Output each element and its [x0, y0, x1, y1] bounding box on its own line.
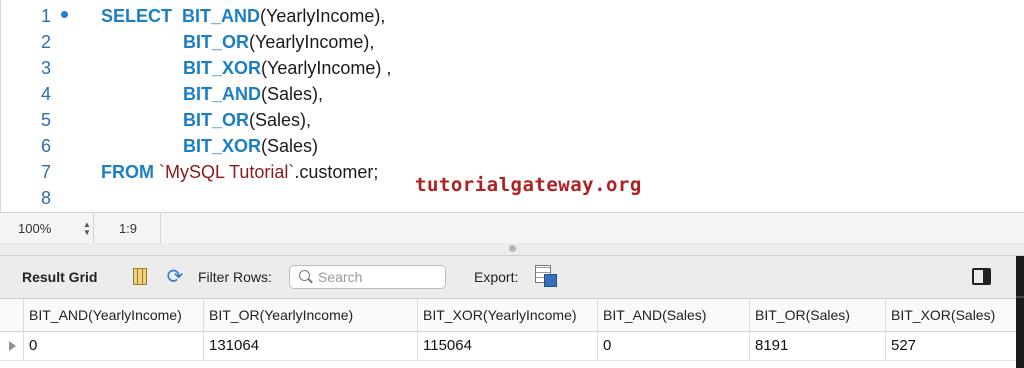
- export-label: Export:: [474, 269, 519, 285]
- column-header[interactable]: BIT_AND(YearlyIncome): [24, 299, 204, 331]
- sql-text: (Sales),: [261, 84, 324, 104]
- sql-text: (YearlyIncome),: [260, 6, 386, 26]
- editor-status-bar: 100% ▲ ▼ 1:9: [0, 212, 1024, 245]
- sql-keyword: SELECT BIT_AND: [101, 6, 261, 26]
- sql-keyword: BIT_XOR: [183, 136, 262, 156]
- row-marker[interactable]: [0, 332, 24, 360]
- line-number: 8: [40, 188, 51, 208]
- line-number: 5: [40, 110, 51, 130]
- line-number: 6: [40, 136, 51, 156]
- line-number: 4: [40, 84, 51, 104]
- sql-string: `MySQL Tutorial`: [159, 162, 295, 182]
- filter-search-box[interactable]: [289, 265, 446, 289]
- table-cell[interactable]: 115064: [418, 332, 598, 360]
- current-line-bullet-icon: [61, 11, 68, 18]
- code-line-2: BIT_OR(YearlyIncome),: [183, 29, 374, 55]
- filter-rows-label: Filter Rows:: [198, 269, 272, 285]
- result-grid-tab[interactable]: Result Grid: [22, 256, 97, 298]
- sql-text: (Sales): [261, 136, 319, 156]
- line-number-gutter: 1 2 3 4 5 6 7 8: [1, 0, 91, 212]
- sql-editor[interactable]: 1 2 3 4 5 6 7 8 SELECT BIT_AND(YearlyInc…: [0, 0, 1024, 212]
- grid-header-row: BIT_AND(YearlyIncome) BIT_OR(YearlyIncom…: [0, 299, 1016, 332]
- line-number: 1: [40, 6, 51, 26]
- splitter-handle-icon[interactable]: [509, 245, 516, 252]
- sql-keyword: BIT_OR: [183, 32, 250, 52]
- table-cell[interactable]: 0: [598, 332, 750, 360]
- code-line-5: BIT_OR(Sales),: [183, 107, 311, 133]
- export-icon[interactable]: [535, 265, 557, 287]
- column-header[interactable]: BIT_XOR(YearlyIncome): [418, 299, 598, 331]
- sql-text: (YearlyIncome),: [249, 32, 375, 52]
- sql-keyword: BIT_OR: [183, 110, 250, 130]
- code-line-1: SELECT BIT_AND(YearlyIncome),: [101, 3, 385, 29]
- sql-text: (Sales),: [249, 110, 312, 130]
- row-arrow-icon: [9, 341, 16, 351]
- result-toolbar: Result Grid ⟳ Filter Rows: Export:: [0, 256, 1024, 299]
- grid-view-icon[interactable]: [133, 268, 147, 285]
- column-header[interactable]: BIT_OR(Sales): [750, 299, 886, 331]
- panel-toggle-icon[interactable]: [972, 268, 991, 285]
- table-cell[interactable]: 527: [886, 332, 1016, 360]
- side-panel-edge: [1016, 256, 1024, 368]
- save-disk-icon: [544, 274, 557, 287]
- code-line-4: BIT_AND(Sales),: [183, 81, 323, 107]
- filter-search-input[interactable]: [318, 268, 438, 286]
- sql-keyword: BIT_AND: [183, 84, 262, 104]
- header-row-marker: [0, 299, 24, 331]
- line-number: 7: [40, 162, 51, 182]
- refresh-icon[interactable]: ⟳: [163, 265, 187, 289]
- table-cell[interactable]: 0: [24, 332, 204, 360]
- zoom-selector[interactable]: 100% ▲ ▼: [6, 213, 94, 244]
- table-cell[interactable]: 131064: [204, 332, 418, 360]
- code-line-3: BIT_XOR(YearlyIncome) ,: [183, 55, 391, 81]
- pane-splitter[interactable]: [0, 243, 1024, 256]
- table-row[interactable]: 0 131064 115064 0 8191 527: [0, 332, 1016, 361]
- sql-keyword: BIT_XOR: [183, 58, 262, 78]
- column-header[interactable]: BIT_AND(Sales): [598, 299, 750, 331]
- zoom-level: 100%: [18, 221, 52, 236]
- up-down-chevron-icon: ▲ ▼: [83, 220, 91, 237]
- sql-keyword: FROM: [101, 162, 154, 182]
- column-header[interactable]: BIT_XOR(Sales): [886, 299, 1016, 331]
- result-grid: BIT_AND(YearlyIncome) BIT_OR(YearlyIncom…: [0, 299, 1016, 368]
- sql-text: .customer;: [294, 162, 379, 182]
- cursor-position: 1:9: [96, 213, 161, 244]
- watermark: tutorialgateway.org: [415, 174, 642, 196]
- line-number: 3: [40, 58, 51, 78]
- sql-text: (YearlyIncome) ,: [261, 58, 392, 78]
- line-number: 2: [40, 32, 51, 52]
- search-icon: [299, 270, 310, 281]
- code-line-7: FROM `MySQL Tutorial`.customer;: [101, 159, 378, 185]
- table-cell[interactable]: 8191: [750, 332, 886, 360]
- code-line-6: BIT_XOR(Sales): [183, 133, 318, 159]
- column-header[interactable]: BIT_OR(YearlyIncome): [204, 299, 418, 331]
